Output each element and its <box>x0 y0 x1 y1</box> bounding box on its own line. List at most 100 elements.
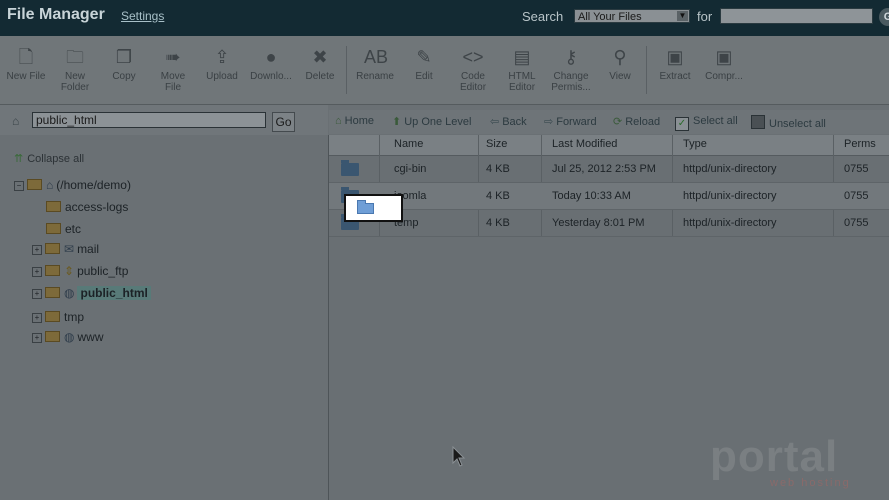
ftp-icon: ⇕ <box>64 264 75 278</box>
column-header-size[interactable]: Size <box>486 138 507 150</box>
search-go-button[interactable]: G <box>879 8 889 26</box>
table-row[interactable]: cgi-bin 4 KB Jul 25, 2012 2:53 PM httpd/… <box>329 156 889 183</box>
collapse-toggle-icon[interactable]: − <box>14 181 24 191</box>
change-permissions-button[interactable]: ⚷ Change Permis... <box>547 46 595 93</box>
app-title: File Manager <box>7 6 105 23</box>
tree-item-label: mail <box>77 242 100 256</box>
tree-item-mail[interactable]: + ✉ mail <box>32 240 99 258</box>
search-scope-select[interactable]: All Your Files ▼ <box>574 9 690 23</box>
folder-icon <box>27 179 42 190</box>
path-input[interactable]: public_html <box>32 112 266 128</box>
back-arrow-icon: ⇦ <box>490 116 500 128</box>
home-directory-icon: ⌂ <box>12 114 20 128</box>
compress-button[interactable]: ▣ Compr... <box>700 46 748 82</box>
home-label: Home <box>344 115 374 127</box>
forward-button[interactable]: ⇨ Forward <box>544 115 597 128</box>
file-type: httpd/unix-directory <box>683 163 777 175</box>
upload-icon: ⇪ <box>214 47 230 67</box>
top-bar: File Manager Settings Search All Your Fi… <box>0 0 889 36</box>
folder-icon <box>46 201 61 212</box>
edit-label: Edit <box>415 71 433 82</box>
expand-toggle-icon[interactable]: + <box>32 313 42 323</box>
delete-label: Delete <box>305 71 335 82</box>
extract-icon: ▣ <box>666 47 684 67</box>
html-editor-button[interactable]: ▤ HTML Editor <box>498 46 546 93</box>
table-row[interactable]: joomla 4 KB Today 10:33 AM httpd/unix-di… <box>329 183 889 210</box>
code-editor-icon: <> <box>462 47 484 67</box>
tree-item-public-html[interactable]: + ◍ public_html <box>32 284 151 302</box>
up-one-level-label: Up One Level <box>404 116 472 128</box>
delete-button[interactable]: ✖ Delete <box>296 46 344 82</box>
search-scope-value: All Your Files <box>578 11 642 23</box>
column-header-perms[interactable]: Perms <box>844 138 876 150</box>
code-editor-button[interactable]: <> Code Editor <box>449 46 497 93</box>
settings-link[interactable]: Settings <box>121 9 164 23</box>
new-file-button[interactable]: 🗋 New File <box>2 46 50 82</box>
folder-icon <box>45 287 60 298</box>
edit-button[interactable]: ✎ Edit <box>400 46 448 82</box>
mail-icon: ✉ <box>64 242 75 256</box>
change-permissions-label: Change Permis... <box>551 71 591 93</box>
view-label: View <box>609 71 631 82</box>
file-size: 4 KB <box>486 217 510 229</box>
search-input[interactable] <box>720 8 873 24</box>
checkbox-empty-icon <box>751 115 765 129</box>
column-header-name[interactable]: Name <box>394 138 423 150</box>
tree-item-www[interactable]: + ◍ www <box>32 328 103 346</box>
file-size: 4 KB <box>486 163 510 175</box>
file-perms: 0755 <box>844 163 869 175</box>
toolbar: 🗋 New File 🗀 New Folder ❐ Copy ➠ Move File… <box>0 36 889 105</box>
folder-icon <box>45 243 60 254</box>
tree-item-label: access-logs <box>65 200 129 214</box>
unselect-all-button[interactable]: Unselect all <box>751 115 826 130</box>
expand-toggle-icon[interactable]: + <box>32 289 42 299</box>
navigation-bar: ⌂ Home ⬆ Up One Level ⇦ Back ⇨ Forward ⟳ Relo… <box>329 110 889 134</box>
new-file-icon: 🗋 <box>18 47 34 67</box>
tree-item-etc[interactable]: etc <box>46 220 81 238</box>
collapse-all-label: Collapse all <box>27 153 85 165</box>
column-header-type[interactable]: Type <box>683 138 707 150</box>
tree-root[interactable]: − ⌂ (/home/demo) <box>14 176 131 194</box>
column-header-modified[interactable]: Last Modified <box>552 138 617 150</box>
collapse-icon: ⇈ <box>14 153 24 165</box>
collapse-all-button[interactable]: ⇈ Collapse all <box>14 152 84 165</box>
back-label: Back <box>502 116 527 128</box>
file-modified: Yesterday 8:01 PM <box>552 217 645 229</box>
up-level-icon: ⬆ <box>392 116 402 128</box>
file-perms: 0755 <box>844 190 869 202</box>
copy-button[interactable]: ❐ Copy <box>100 46 148 82</box>
code-editor-label: Code Editor <box>459 71 487 93</box>
table-row[interactable]: temp 4 KB Yesterday 8:01 PM httpd/unix-d… <box>329 210 889 237</box>
back-button[interactable]: ⇦ Back <box>490 115 527 128</box>
tree-item-label: www <box>77 330 104 344</box>
extract-label: Extract <box>659 71 691 82</box>
expand-toggle-icon[interactable]: + <box>32 245 42 255</box>
up-one-level-button[interactable]: ⬆ Up One Level <box>392 115 471 128</box>
expand-toggle-icon[interactable]: + <box>32 333 42 343</box>
new-folder-button[interactable]: 🗀 New Folder <box>51 46 99 93</box>
globe-icon: ◍ <box>64 330 75 344</box>
upload-label: Upload <box>206 71 238 82</box>
new-folder-label: New Folder <box>60 71 90 93</box>
upload-button[interactable]: ⇪ Upload <box>198 46 246 82</box>
select-all-button[interactable]: ✓ Select all <box>675 115 738 131</box>
tree-item-tmp[interactable]: + tmp <box>32 308 84 326</box>
file-name: cgi-bin <box>394 163 427 175</box>
tree-item-access-logs[interactable]: access-logs <box>46 198 128 216</box>
expand-toggle-icon[interactable]: + <box>32 267 42 277</box>
rename-button[interactable]: AB Rename <box>351 46 399 82</box>
delete-icon: ✖ <box>312 47 328 67</box>
reload-button[interactable]: ⟳ Reload <box>613 115 660 128</box>
html-editor-label: HTML Editor <box>508 71 536 93</box>
rename-icon: AB <box>364 47 389 67</box>
view-button[interactable]: ⚲ View <box>596 46 644 82</box>
search-label: Search <box>522 9 564 24</box>
home-button[interactable]: ⌂ Home <box>335 115 374 127</box>
highlighted-folder[interactable] <box>344 194 403 222</box>
home-icon: ⌂ <box>335 115 342 127</box>
download-button[interactable]: ● Downlo... <box>247 46 295 82</box>
extract-button[interactable]: ▣ Extract <box>651 46 699 82</box>
move-file-button[interactable]: ➠ Move File <box>149 46 197 93</box>
go-button[interactable]: Go <box>272 112 295 132</box>
tree-item-public-ftp[interactable]: + ⇕ public_ftp <box>32 262 128 280</box>
